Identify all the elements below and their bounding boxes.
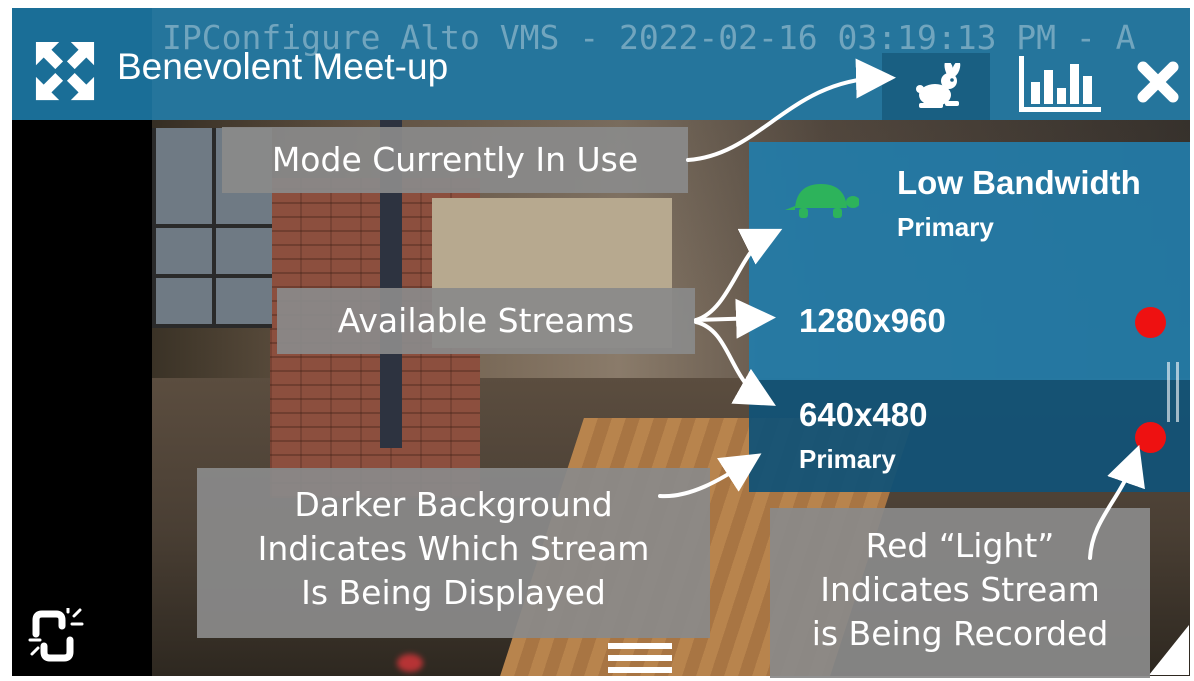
stream-name: 1280x960	[799, 302, 946, 339]
expand-arrows-icon[interactable]	[30, 36, 100, 106]
callout-darker-background: Darker Background Indicates Which Stream…	[197, 468, 710, 638]
camera-header: IPConfigure Alto VMS - 2022-02-16 03:19:…	[12, 8, 1190, 120]
stream-option-1280x960[interactable]: 1280x960	[749, 262, 1190, 380]
callout-text: Is Being Displayed	[301, 573, 606, 612]
broken-link-icon[interactable]	[24, 604, 88, 668]
callout-text: Indicates Which Stream	[257, 529, 650, 568]
stream-name: 640x480	[799, 396, 928, 433]
callout-text: Darker Background	[294, 485, 613, 524]
callout-mode: Mode Currently In Use	[222, 127, 688, 193]
turtle-icon	[783, 178, 859, 222]
callout-red-light: Red “Light” Indicates Stream is Being Re…	[770, 508, 1150, 678]
callout-text: is Being Recorded	[811, 614, 1109, 653]
close-icon[interactable]	[1130, 54, 1186, 110]
callout-available-streams: Available Streams	[277, 288, 695, 354]
rabbit-icon[interactable]	[902, 60, 972, 114]
callout-text: Red “Light”	[865, 526, 1055, 565]
stream-name: Low Bandwidth	[897, 164, 1141, 201]
stream-subtitle: Primary	[799, 444, 896, 474]
bar-chart-icon[interactable]	[1018, 54, 1102, 114]
recording-indicator	[1135, 422, 1166, 453]
stream-option-low-bandwidth[interactable]: Low Bandwidth Primary	[749, 142, 1190, 262]
scroll-handle[interactable]	[1167, 362, 1179, 422]
stream-selector-panel: Low Bandwidth Primary 1280x960 640x480 P…	[749, 142, 1190, 492]
callout-text: Indicates Stream	[820, 570, 1100, 609]
stream-subtitle: Primary	[897, 212, 994, 242]
camera-title: Benevolent Meet-up	[117, 46, 449, 87]
callout-text: Mode Currently In Use	[271, 140, 639, 179]
recording-indicator	[1135, 307, 1166, 338]
callout-text: Available Streams	[337, 301, 635, 340]
resize-corner-icon[interactable]	[1148, 624, 1190, 676]
stream-option-640x480[interactable]: 640x480 Primary	[749, 380, 1190, 492]
hamburger-icon[interactable]	[604, 638, 676, 674]
